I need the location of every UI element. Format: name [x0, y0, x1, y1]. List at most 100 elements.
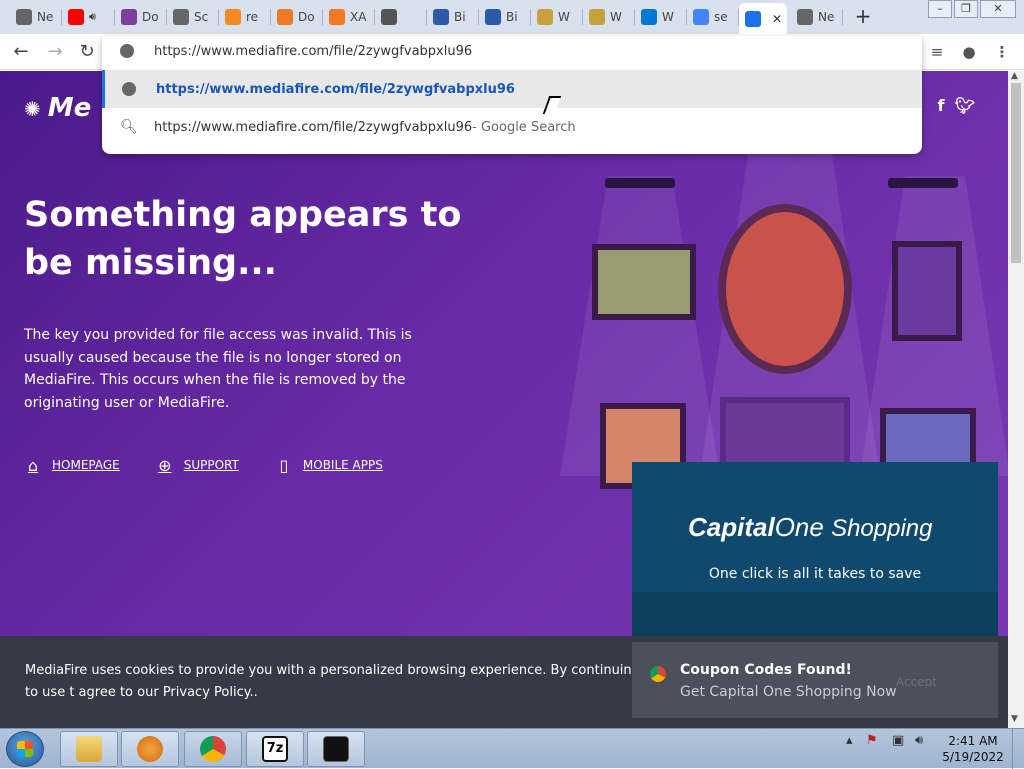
globe-icon	[797, 9, 813, 25]
homepage-link-label: HOMEPAGE	[52, 458, 120, 472]
suggestion-search-text: https://www.mediafire.com/file/2zywgfvab…	[154, 119, 473, 135]
volume-icon[interactable]: 🔊︎	[915, 733, 923, 748]
browser-window: + – ❐ ✕ Ne 🔊︎ Do Sc re Do XA Bi Bi W W Wse ✕ Ne ← → ↻…	[0, 0, 1024, 728]
lamp	[605, 178, 675, 188]
system-clock[interactable]: 2:41 AM 5/19/2022	[938, 733, 1008, 765]
orange-box-icon	[277, 9, 293, 25]
capital-one-banner[interactable]: CapitalOne Shopping One click is all it …	[632, 462, 998, 642]
back-button[interactable]: ←	[10, 41, 32, 63]
search-icon: 🔍︎	[120, 119, 138, 135]
diamond-icon	[225, 9, 241, 25]
browser-tab[interactable]: Bi	[427, 3, 479, 31]
close-window-button[interactable]: ✕	[980, 0, 1016, 18]
browser-tab[interactable]: ✕	[739, 3, 787, 34]
painting-portrait	[718, 204, 852, 374]
page-scrollbar[interactable]: ▲ ▼	[1008, 71, 1024, 728]
close-tab-icon[interactable]: ✕	[772, 12, 782, 26]
reload-button[interactable]: ↻	[76, 41, 98, 63]
profile-icon[interactable]: ●	[959, 42, 979, 62]
minimize-button[interactable]: –	[928, 0, 952, 18]
browser-tab[interactable]: W	[583, 3, 635, 31]
clock-date: 5/19/2022	[942, 750, 1004, 764]
tab-label: Ne	[818, 10, 835, 24]
browser-tab[interactable]: Sc	[167, 3, 219, 31]
taskbar-explorer[interactable]	[60, 731, 118, 767]
taskbar-chrome[interactable]	[184, 731, 242, 767]
menu-icon[interactable]: ⋮	[992, 42, 1012, 62]
homepage-link[interactable]: ⌂ HOMEPAGE	[24, 456, 120, 475]
browser-tab[interactable]: re	[219, 3, 271, 31]
browser-tab[interactable]: Do	[271, 3, 323, 31]
scroll-up-arrow[interactable]: ▲	[1011, 71, 1018, 81]
scroll-down-arrow[interactable]: ▼	[1011, 714, 1018, 724]
checklist-icon	[381, 9, 397, 25]
media-control-icon[interactable]: ≡	[927, 42, 947, 62]
omnibox-dropdown: https://www.mediafire.com/file/2zywgfvab…	[102, 36, 922, 154]
facebook-icon[interactable]: f	[930, 95, 952, 117]
phone-icon: ▯	[279, 455, 289, 475]
painting-night	[892, 241, 962, 341]
omnibox-suggestion-url[interactable]: https://www.mediafire.com/file/2zywgfvab…	[102, 70, 922, 108]
browser-tab[interactable]: XA	[323, 3, 375, 31]
orange-box-icon	[329, 9, 345, 25]
globe-icon	[16, 9, 32, 25]
maximize-button[interactable]: ❐	[954, 0, 978, 18]
browser-tab[interactable]: Ne	[791, 3, 843, 31]
browser-tab[interactable]: W	[635, 3, 687, 31]
tray-expand-icon[interactable]: ▴	[846, 733, 853, 748]
folder-icon	[76, 736, 102, 762]
network-icon[interactable]: ▣	[892, 733, 904, 748]
mobile-apps-link-label: MOBILE APPS	[302, 458, 383, 472]
browser-tab[interactable]: Ne	[10, 3, 62, 31]
address-bar-value[interactable]: https://www.mediafire.com/file/2zywgfvab…	[154, 44, 472, 59]
start-button[interactable]	[6, 731, 44, 767]
mediafire-icon	[745, 10, 761, 27]
chrome-icon	[650, 666, 666, 682]
lifebuoy-icon: ⊕	[158, 455, 172, 475]
coupon-notification[interactable]: Coupon Codes Found! Get Capital One Shop…	[632, 642, 998, 718]
tab-label: W	[558, 10, 570, 24]
page-links: ⌂ HOMEPAGE ⊕ SUPPORT ▯ MOBILE APPS	[24, 455, 419, 475]
taskbar-cmd[interactable]	[307, 731, 365, 767]
accept-button[interactable]: Accept	[896, 675, 937, 689]
twitter-icon[interactable]: 🐦︎	[954, 95, 976, 117]
windows-logo-icon	[17, 741, 33, 757]
mobile-apps-link[interactable]: ▯ MOBILE APPS	[275, 455, 383, 475]
audio-playing-icon[interactable]: 🔊︎	[89, 10, 96, 24]
clock-time: 2:41 AM	[948, 734, 998, 748]
action-center-icon[interactable]: ⚑	[866, 733, 878, 748]
omnibox-suggestion-search[interactable]: 🔍︎ https://www.mediafire.com/file/2zywgf…	[102, 108, 922, 146]
tab-label: Ne	[37, 10, 54, 24]
globe-icon	[173, 9, 189, 25]
taskbar-7zip[interactable]: 7z	[246, 731, 304, 767]
support-link-label: SUPPORT	[183, 458, 239, 472]
tab-label: Bi	[454, 10, 466, 24]
suggestion-url-text: https://www.mediafire.com/file/2zywgfvab…	[156, 81, 515, 97]
scroll-thumb[interactable]	[1011, 83, 1021, 263]
browser-tab[interactable]: W	[531, 3, 583, 31]
address-bar[interactable]: https://www.mediafire.com/file/2zywgfvab…	[102, 34, 922, 68]
book-icon	[537, 9, 553, 25]
hex-icon	[485, 9, 501, 25]
taskbar-media-player[interactable]	[121, 731, 179, 767]
show-desktop-button[interactable]	[1012, 729, 1024, 769]
browser-tab[interactable]	[375, 3, 427, 31]
taskbar: 7z ▴ ⚑ ▣ 🔊︎ 2:41 AM 5/19/2022	[0, 728, 1024, 769]
browser-tab[interactable]: Do	[115, 3, 167, 31]
tab-label: Do	[142, 10, 159, 24]
tab-label: W	[662, 10, 674, 24]
tab-label: Do	[298, 10, 315, 24]
tab-label: Sc	[194, 10, 209, 24]
support-link[interactable]: ⊕ SUPPORT	[156, 455, 239, 475]
lamp	[888, 178, 958, 188]
forward-button[interactable]: →	[44, 41, 66, 63]
tab-strip: + – ❐ ✕ Ne 🔊︎ Do Sc re Do XA Bi Bi W W Wse ✕ Ne	[0, 0, 1024, 34]
browser-tab[interactable]: 🔊︎	[62, 3, 115, 31]
mediafire-logo[interactable]: ✺ Me	[24, 93, 91, 123]
page-description: The key you provided for file access was…	[24, 327, 412, 411]
globe-icon	[120, 44, 134, 58]
new-tab-button[interactable]: +	[853, 6, 873, 26]
browser-tab[interactable]: Bi	[479, 3, 531, 31]
suggestion-search-suffix: - Google Search	[472, 119, 576, 135]
browser-tab[interactable]: se	[687, 3, 739, 31]
